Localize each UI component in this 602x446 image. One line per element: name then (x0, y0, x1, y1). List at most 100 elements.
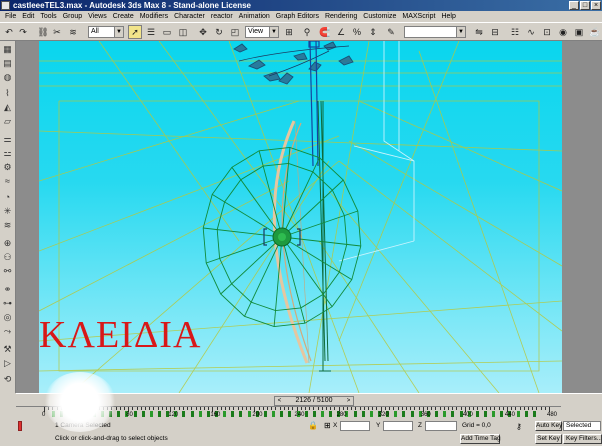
keyframe-marker[interactable] (198, 411, 202, 417)
reactor-properties-icon[interactable]: ⚒ (1, 343, 14, 356)
reactor-preview-icon[interactable]: ▷ (1, 357, 14, 370)
menu-maxscript[interactable]: MAXScript (399, 11, 438, 22)
keyframe-marker[interactable] (435, 411, 439, 417)
menu-rendering[interactable]: Rendering (322, 11, 360, 22)
menu-modifiers[interactable]: Modifiers (137, 11, 171, 22)
keyframe-marker[interactable] (475, 411, 479, 417)
time-slider-next-button[interactable]: > (344, 397, 353, 405)
menu-create[interactable]: Create (110, 11, 137, 22)
keyframe-marker[interactable] (60, 411, 64, 417)
menu-group[interactable]: Group (60, 11, 85, 22)
reactor-rigid-body-icon[interactable]: ▦ (1, 43, 14, 56)
angle-snap-icon[interactable]: ∠ (334, 25, 348, 39)
key-filters-button[interactable]: Key Filters... (563, 434, 602, 444)
time-slider-prev-button[interactable]: < (275, 397, 284, 405)
keyframe-marker[interactable] (109, 411, 113, 417)
reactor-dashpot-icon[interactable]: ⚍ (1, 147, 14, 160)
keyframe-marker[interactable] (92, 411, 96, 417)
keyframe-marker[interactable] (329, 411, 333, 417)
keyframe-marker[interactable] (320, 411, 324, 417)
select-and-scale-icon[interactable]: ◰ (228, 25, 242, 39)
x-coord-field[interactable] (340, 421, 370, 431)
track-bar[interactable]: 0 40 80 120 160 200 240 280 320 360 400 440 480 (16, 406, 561, 420)
menu-views[interactable]: Views (85, 11, 110, 22)
select-by-name-icon[interactable]: ☰ (144, 25, 158, 39)
absolute-mode-icon[interactable]: ⊞ (324, 421, 331, 431)
reactor-plane-icon[interactable]: ▱ (1, 115, 14, 128)
keyframe-marker[interactable] (516, 411, 520, 417)
menu-tools[interactable]: Tools (37, 11, 59, 22)
menu-graph-editors[interactable]: Graph Editors (273, 11, 322, 22)
keyframe-marker[interactable] (532, 411, 536, 417)
add-time-tag-button[interactable]: Add Time Tag (460, 434, 501, 444)
unlink-icon[interactable]: ✂ (50, 25, 64, 39)
menu-reactor[interactable]: reactor (208, 11, 236, 22)
window-crossing-icon[interactable]: ◫ (176, 25, 190, 39)
menu-customize[interactable]: Customize (360, 11, 399, 22)
keyframe-marker[interactable] (76, 411, 80, 417)
reactor-toy-car-icon[interactable]: ◔ (1, 191, 14, 204)
keyframe-marker[interactable] (483, 411, 487, 417)
reactor-point-to-point-icon[interactable]: ⚭ (1, 283, 14, 296)
keyframe-marker[interactable] (117, 411, 121, 417)
redo-icon[interactable]: ↷ (16, 25, 30, 39)
keyframe-marker[interactable] (402, 411, 406, 417)
keyframe-marker[interactable] (492, 411, 496, 417)
auto-key-button[interactable]: Auto Key (535, 421, 562, 431)
keyframe-marker[interactable] (247, 411, 251, 417)
reactor-point-path-icon[interactable]: ⤳ (1, 325, 14, 338)
keyframe-marker[interactable] (353, 411, 357, 417)
bind-space-warp-icon[interactable]: ≋ (66, 25, 80, 39)
keyframe-marker[interactable] (524, 411, 528, 417)
maxscript-listener-mini-2[interactable] (0, 432, 16, 446)
keyframe-marker[interactable] (410, 411, 414, 417)
keyframe-marker[interactable] (157, 411, 161, 417)
keyframe-marker[interactable] (190, 411, 194, 417)
keyframe-marker[interactable] (280, 411, 284, 417)
keyframe-marker[interactable] (272, 411, 276, 417)
keyframe-marker[interactable] (288, 411, 292, 417)
app-icon[interactable] (1, 1, 10, 10)
keyframe-marker[interactable] (304, 411, 308, 417)
lock-selection-icon[interactable]: 🔒 (308, 421, 318, 431)
menu-help[interactable]: Help (438, 11, 458, 22)
layer-manager-icon[interactable]: ☷ (508, 25, 522, 39)
y-coord-field[interactable] (383, 421, 413, 431)
reactor-cloth-icon[interactable]: ▤ (1, 57, 14, 70)
spinner-snap-icon[interactable]: ⇕ (366, 25, 380, 39)
keyframe-marker[interactable] (443, 411, 447, 417)
reactor-spring-icon[interactable]: ⚌ (1, 133, 14, 146)
reactor-wind-icon[interactable]: ≈ (1, 175, 14, 188)
keyframe-marker[interactable] (231, 411, 235, 417)
material-editor-icon[interactable]: ◉ (556, 25, 570, 39)
snap-toggle-icon[interactable]: 🧲 (318, 25, 332, 39)
reactor-create-animation-icon[interactable]: ⟲ (1, 373, 14, 386)
align-icon[interactable]: ⊟ (488, 25, 502, 39)
curve-editor-icon[interactable]: ∿ (524, 25, 538, 39)
keyframe-marker[interactable] (500, 411, 504, 417)
key-mode-icon[interactable]: ⚷ (516, 422, 522, 432)
reactor-rope-icon[interactable]: ⌇ (1, 87, 14, 100)
keyframe-marker[interactable] (394, 411, 398, 417)
reference-coordinate-dropdown[interactable]: View ▼ (245, 26, 279, 38)
selection-filter-dropdown[interactable]: All ▼ (88, 26, 124, 38)
reactor-car-wheel-icon[interactable]: ◎ (1, 311, 14, 324)
reactor-soft-body-icon[interactable]: ◍ (1, 71, 14, 84)
menu-edit[interactable]: Edit (19, 11, 37, 22)
menu-file[interactable]: File (2, 11, 19, 22)
keyframe-marker[interactable] (68, 411, 72, 417)
keyframe-marker[interactable] (312, 411, 316, 417)
menu-animation[interactable]: Animation (236, 11, 273, 22)
undo-icon[interactable]: ↶ (2, 25, 16, 39)
reactor-water-icon[interactable]: ≋ (1, 219, 14, 232)
reactor-hinge-icon[interactable]: ⚯ (1, 265, 14, 278)
maximize-button[interactable]: □ (580, 1, 590, 10)
pivot-center-icon[interactable]: ⊞ (282, 25, 296, 39)
reactor-ragdoll-icon[interactable]: ⚇ (1, 251, 14, 264)
select-object-icon[interactable]: ➚ (128, 25, 142, 39)
keyframe-marker[interactable] (149, 411, 153, 417)
select-and-rotate-icon[interactable]: ↻ (212, 25, 226, 39)
reactor-constraint-icon[interactable]: ⊕ (1, 237, 14, 250)
keyframe-marker[interactable] (263, 411, 267, 417)
percent-snap-icon[interactable]: % (350, 25, 364, 39)
